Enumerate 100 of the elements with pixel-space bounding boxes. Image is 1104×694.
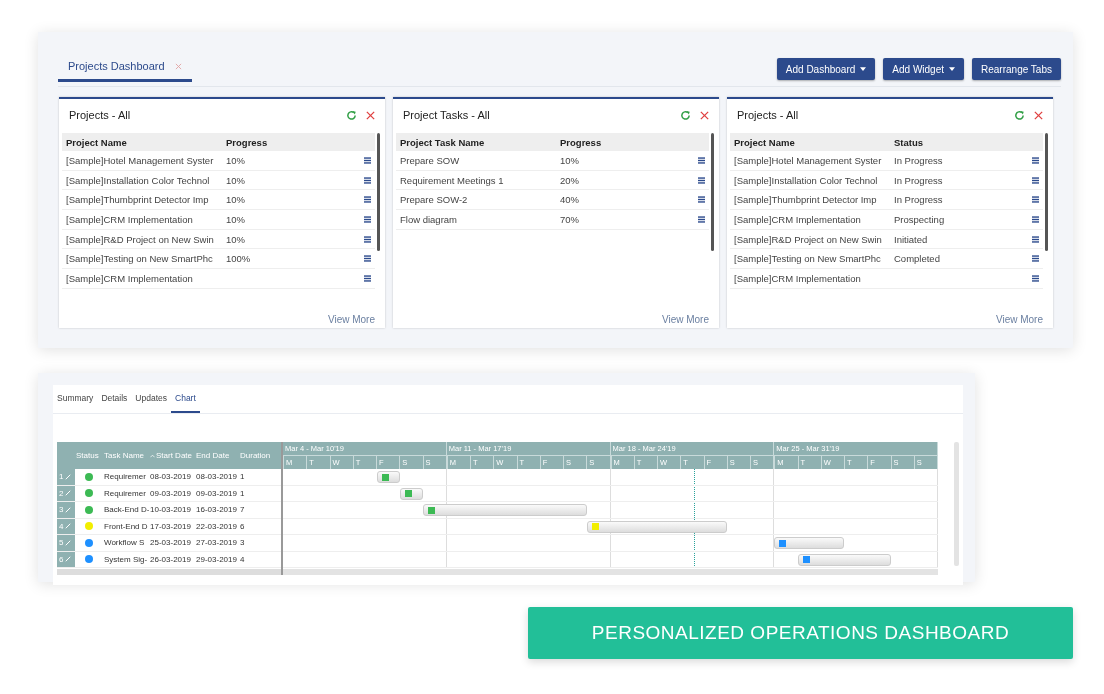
row-number: 5 xyxy=(59,538,64,548)
pencil-icon[interactable] xyxy=(65,490,72,497)
caret-icon xyxy=(860,67,867,71)
menu-icon[interactable] xyxy=(698,176,705,184)
menu-icon[interactable] xyxy=(364,274,371,282)
column-header: Project Name xyxy=(66,136,128,148)
toolbar-button[interactable]: Rearrange Tabs xyxy=(972,58,1061,80)
table-cell-text: 100% xyxy=(226,253,252,265)
scrollbar[interactable] xyxy=(377,133,380,251)
table-cell-text: 10-03-2019 xyxy=(149,505,192,515)
table-cell-text: [Sample]CRM Implementation xyxy=(734,213,862,225)
table-cell-text: [Sample]Thumbprint Detector Imp xyxy=(66,194,210,206)
widget-title: Project Tasks - All xyxy=(403,109,491,121)
column-header: Progress xyxy=(560,136,603,148)
view-more-link[interactable]: View More xyxy=(327,314,375,325)
table-cell: System Sig- xyxy=(103,554,149,564)
menu-icon[interactable] xyxy=(364,235,371,243)
table-cell-text: [Sample]Hotel Management Syster xyxy=(734,154,883,166)
table-cell-text: [Sample]Hotel Management Syster xyxy=(66,154,215,166)
table-cell-text: 7 xyxy=(239,505,246,515)
menu-icon[interactable] xyxy=(364,215,371,223)
table-cell-text: Requiremer xyxy=(103,488,147,498)
table-cell-text: 26-03-2019 xyxy=(149,554,192,564)
table-cell-text: [Sample]R&D Project on New Swin xyxy=(734,233,883,245)
gantt-bar[interactable] xyxy=(797,553,892,566)
widget-title: Projects - All xyxy=(737,109,800,121)
close-icon[interactable] xyxy=(365,109,376,121)
dashboard-tab[interactable]: Projects Dashboard xyxy=(58,60,192,82)
view-more-link[interactable]: View More xyxy=(995,314,1043,325)
column-header: Task Name xyxy=(103,451,145,460)
row-number: 3 xyxy=(59,505,64,515)
scrollbar[interactable] xyxy=(283,569,938,575)
gantt-bar[interactable] xyxy=(376,471,400,483)
table-cell-text: [Sample]Testing on New SmartPhc xyxy=(734,253,882,265)
table-cell-text: Flow diagram xyxy=(400,213,459,225)
table-cell-text: 10% xyxy=(226,154,246,166)
table-cell-text: 10% xyxy=(560,154,580,166)
table-cell-text: In Progress xyxy=(894,194,944,206)
gantt-bar[interactable] xyxy=(774,537,845,549)
gantt-bar[interactable] xyxy=(399,487,424,500)
pencil-icon[interactable] xyxy=(65,473,72,480)
refresh-icon[interactable] xyxy=(346,109,357,121)
menu-icon[interactable] xyxy=(698,196,705,204)
detail-tab[interactable]: Summary xyxy=(53,385,98,413)
toolbar-button[interactable]: Add Widget xyxy=(883,58,964,80)
table-cell-text: 1 xyxy=(239,488,246,498)
table-cell-text: 08-03-2019 xyxy=(195,472,238,482)
close-icon[interactable] xyxy=(174,62,182,70)
menu-icon[interactable] xyxy=(364,156,371,164)
toolbar-button[interactable]: Add Dashboard xyxy=(776,58,876,80)
table-cell-text: 10% xyxy=(226,194,246,206)
table-cell-text: 29-03-2019 xyxy=(195,554,238,564)
menu-icon[interactable] xyxy=(1032,176,1039,184)
menu-icon[interactable] xyxy=(364,255,371,263)
menu-icon[interactable] xyxy=(1032,215,1039,223)
scrollbar[interactable] xyxy=(954,442,959,566)
refresh-icon[interactable] xyxy=(1014,109,1025,121)
pencil-icon[interactable] xyxy=(65,556,72,563)
close-icon[interactable] xyxy=(699,109,710,121)
table-cell-text: 10% xyxy=(226,174,246,186)
menu-icon[interactable] xyxy=(698,215,705,223)
scrollbar[interactable] xyxy=(57,569,281,575)
refresh-icon[interactable] xyxy=(680,109,691,121)
scrollbar[interactable] xyxy=(711,133,714,251)
gantt-bar[interactable] xyxy=(423,504,588,516)
close-icon[interactable] xyxy=(1033,109,1044,121)
banner: PERSONALIZED OPERATIONS DASHBOARD xyxy=(528,607,1073,659)
pencil-icon[interactable] xyxy=(65,523,72,530)
table-cell-text: Requirement Meetings 1 xyxy=(400,174,505,186)
row-number: 1 xyxy=(59,472,64,482)
column-header: Duration xyxy=(239,451,272,460)
table-cell-text: 70% xyxy=(560,213,580,225)
menu-icon[interactable] xyxy=(364,196,371,204)
table-cell-text: Prepare SOW-2 xyxy=(400,194,469,206)
table-cell-text: 09-03-2019 xyxy=(195,488,238,498)
menu-icon[interactable] xyxy=(1032,196,1039,204)
table-cell-text: 22-03-2019 xyxy=(195,521,238,531)
table-cell-text: 08-03-2019 xyxy=(149,472,192,482)
view-more-link[interactable]: View More xyxy=(661,314,709,325)
column-header: Start Date xyxy=(156,451,192,460)
menu-icon[interactable] xyxy=(364,176,371,184)
table-cell-text: 10% xyxy=(226,213,246,225)
table-cell-text: [Sample]R&D Project on New Swin xyxy=(66,233,215,245)
column-header: Status xyxy=(75,451,100,460)
menu-icon[interactable] xyxy=(1032,156,1039,164)
detail-tab[interactable]: Details xyxy=(97,385,132,413)
menu-icon[interactable] xyxy=(1032,255,1039,263)
scrollbar[interactable] xyxy=(1045,133,1048,251)
table-cell-text: Workflow S xyxy=(103,538,146,548)
table-cell-text: In Progress xyxy=(894,174,944,186)
menu-icon[interactable] xyxy=(698,156,705,164)
menu-icon[interactable] xyxy=(1032,235,1039,243)
menu-icon[interactable] xyxy=(1032,274,1039,282)
pencil-icon[interactable] xyxy=(65,539,72,546)
table-cell-text: 16-03-2019 xyxy=(195,505,238,515)
detail-tab[interactable]: Updates xyxy=(131,385,172,413)
table-cell-text: 27-03-2019 xyxy=(195,538,238,548)
table-cell-text: [Sample]Installation Color Technol xyxy=(734,174,879,186)
table-cell-text: 4 xyxy=(239,554,246,564)
pencil-icon[interactable] xyxy=(65,506,72,513)
